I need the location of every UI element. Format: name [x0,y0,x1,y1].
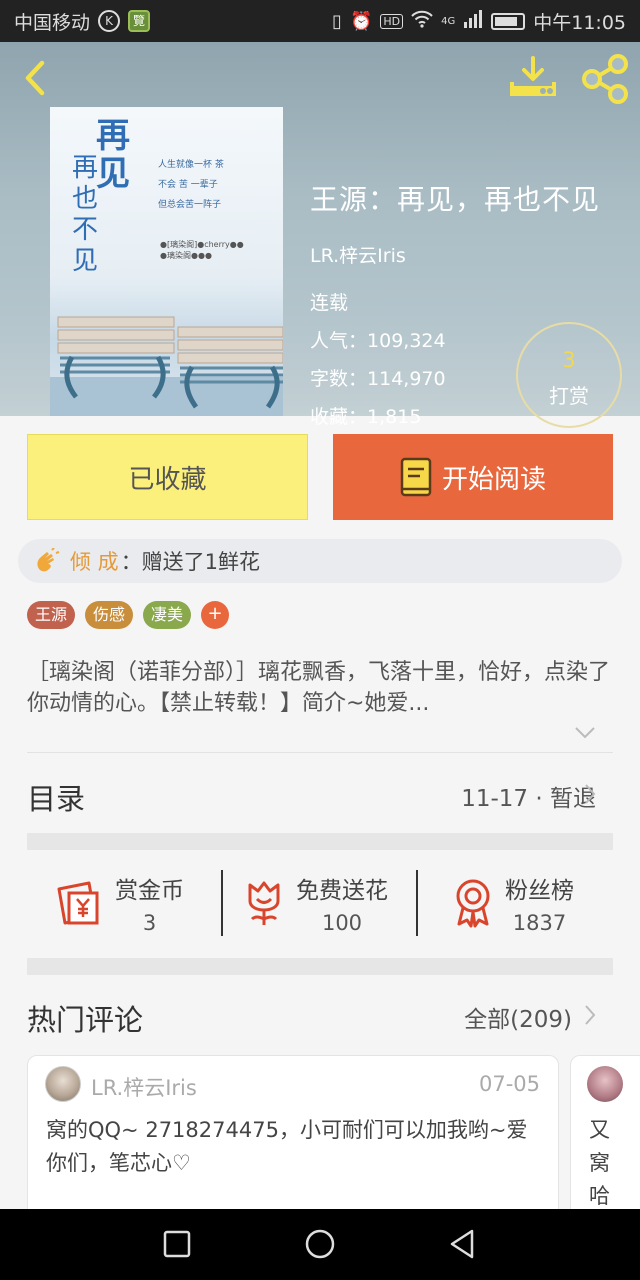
stat-divider [221,870,223,936]
reward-label: 打赏 [549,384,589,408]
recent-apps-icon[interactable] [160,1227,194,1261]
home-icon[interactable] [303,1227,337,1261]
tag-list: 王源 伤感 凄美 + [27,601,230,629]
book-cover[interactable]: 再见 再也不见 人生就像一杯 茶 不会 苦 一辈子 但总会苦一阵子 ●[璃染阁]… [50,107,283,416]
divider [27,752,613,753]
network-type: 4G [441,15,456,27]
comment-text: 又窝哈 [589,1118,610,1208]
app-badge-icon: 覽 [128,10,151,32]
section-separator [27,958,613,975]
catalog-title[interactable]: 目录 [27,776,85,818]
tag-item[interactable]: 王源 [27,601,76,629]
download-icon[interactable] [508,56,558,100]
tag-item[interactable]: 凄美 [143,601,192,629]
book-title: 王源：再见，再也不见 [310,183,601,216]
notice-text: ：赠送了1鲜花 [120,550,261,574]
coin-reward-stat[interactable]: 赏金币 3 [55,850,184,956]
clap-icon [37,548,60,572]
cover-poem: 人生就像一杯 茶 不会 苦 一辈子 但总会苦一阵子 [158,160,224,210]
expand-chevron-icon[interactable] [574,726,596,740]
comment-text: 窝的QQ~ 2718274475，小可耐们可以加我哟~爱你们，笔芯心♡ [46,1118,528,1175]
book-icon [400,457,432,497]
system-nav-bar [0,1209,640,1280]
all-comments-link[interactable]: 全部(209) [464,1000,572,1034]
carrier-label: 中国移动 [14,11,91,34]
tag-item[interactable]: 伤感 [85,601,134,629]
alarm-icon: ⏰ [349,10,373,32]
fan-ranking-stat[interactable]: 粉丝榜 1837 [451,850,574,956]
popularity-stat: 人气：109,324 [310,330,446,352]
catalog-latest[interactable]: 11-17 · 暂退 [461,779,596,813]
stat-divider [416,870,418,936]
reward-count: 3 [562,348,576,372]
bench-illustration [50,316,283,416]
book-status: 连载 [310,292,349,314]
comment-user[interactable]: LR.梓云Iris [91,1072,197,1102]
book-author[interactable]: LR.梓云Iris [310,241,406,268]
section-separator [27,833,613,850]
vibrate-icon: ▯ [332,10,342,32]
back-nav-icon[interactable] [445,1227,479,1261]
add-tag-button[interactable]: + [201,601,230,629]
book-header: 再见 再也不见 人生就像一杯 茶 不会 苦 一辈子 但总会苦一阵子 ●[璃染阁]… [0,42,640,428]
comment-card[interactable]: 又窝哈 [570,1055,640,1225]
share-icon[interactable] [580,54,630,104]
hot-comments-title: 热门评论 [27,1003,144,1037]
chevron-right-icon[interactable] [584,1004,596,1026]
coin-envelope-icon [57,881,99,925]
favorites-stat: 收藏：1,815 [310,406,422,428]
clock: 中午11:05 [533,11,626,34]
favorited-button[interactable]: 已收藏 [27,434,308,520]
hd-icon: HD [380,13,404,29]
gift-notice[interactable]: 倾 成 ：赠送了1鲜花 [18,539,622,583]
avatar[interactable] [587,1066,623,1102]
avatar[interactable] [45,1066,81,1102]
synopsis[interactable]: ［璃染阁（诺菲分部）］璃花飘香，飞落十里，恰好，点染了你动情的心。【禁止转载！】… [27,657,615,719]
stats-row: 赏金币 3 免费送花 100 粉丝榜 1837 [27,850,613,956]
comment-card[interactable]: LR.梓云Iris 07-05 窝的QQ~ 2718274475，小可耐们可以加… [27,1055,559,1225]
k-badge-icon: K [98,10,121,32]
flower-icon [248,881,280,925]
wifi-icon [411,10,433,33]
status-bar: 中国移动 K 覽 ▯ ⏰ HD 4G 中午11:05 [0,0,640,42]
comment-date: 07-05 [478,1072,540,1096]
word-count-stat: 字数：114,970 [310,368,446,390]
free-flower-stat[interactable]: 免费送花 100 [242,850,388,956]
start-reading-button[interactable]: 开始阅读 [333,434,613,520]
notice-user[interactable]: 倾 成 [70,546,119,576]
cover-title: 再见 [96,116,130,194]
signal-icon [463,9,483,33]
reward-button[interactable]: 3 打赏 [516,322,622,428]
medal-icon [456,879,490,928]
chevron-right-icon[interactable] [584,783,596,805]
battery-icon [491,12,526,30]
back-icon[interactable] [18,60,54,96]
